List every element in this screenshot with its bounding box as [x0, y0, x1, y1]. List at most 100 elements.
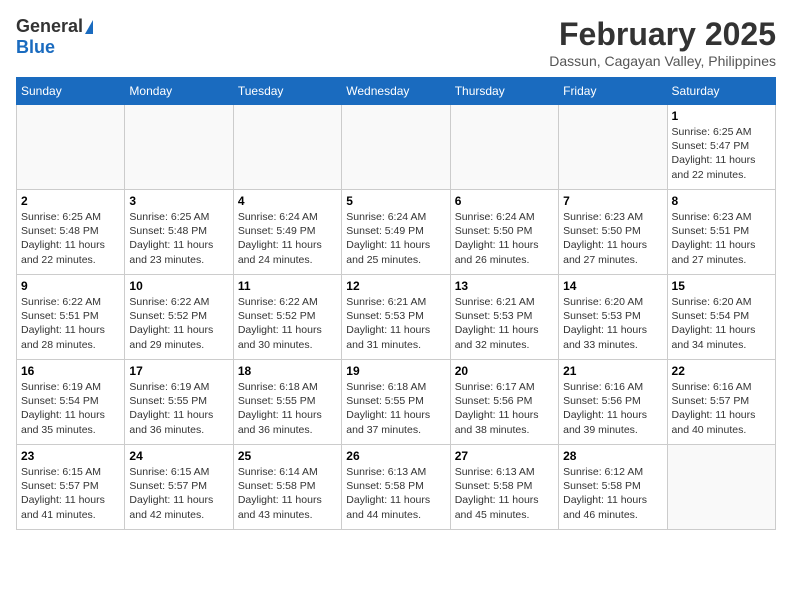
calendar-cell [342, 105, 450, 190]
calendar-week-3: 9 Sunrise: 6:22 AM Sunset: 5:51 PM Daylig… [17, 275, 776, 360]
weekday-header-sunday: Sunday [17, 78, 125, 105]
day-info: Sunrise: 6:25 AM Sunset: 5:47 PM Dayligh… [672, 125, 771, 182]
day-info: Sunrise: 6:24 AM Sunset: 5:49 PM Dayligh… [238, 210, 337, 267]
calendar-cell: 22 Sunrise: 6:16 AM Sunset: 5:57 PM Dayli… [667, 360, 775, 445]
day-number: 12 [346, 279, 445, 293]
weekday-header-tuesday: Tuesday [233, 78, 341, 105]
weekday-header-wednesday: Wednesday [342, 78, 450, 105]
day-number: 8 [672, 194, 771, 208]
calendar-cell: 26Sunrise: 6:13 AM Sunset: 5:58 PM Dayli… [342, 445, 450, 530]
day-info: Sunrise: 6:17 AM Sunset: 5:56 PM Dayligh… [455, 380, 554, 437]
day-info: Sunrise: 6:15 AM Sunset: 5:57 PM Dayligh… [21, 465, 120, 522]
day-number: 27 [455, 449, 554, 463]
day-info: Sunrise: 6:23 AM Sunset: 5:50 PM Dayligh… [563, 210, 662, 267]
calendar-cell: 6 Sunrise: 6:24 AM Sunset: 5:50 PM Daylig… [450, 190, 558, 275]
calendar-cell: 14 Sunrise: 6:20 AM Sunset: 5:53 PM Dayli… [559, 275, 667, 360]
day-info: Sunrise: 6:24 AM Sunset: 5:50 PM Dayligh… [455, 210, 554, 267]
calendar-cell: 11 Sunrise: 6:22 AM Sunset: 5:52 PM Dayli… [233, 275, 341, 360]
day-number: 11 [238, 279, 337, 293]
calendar-cell: 20 Sunrise: 6:17 AM Sunset: 5:56 PM Dayli… [450, 360, 558, 445]
header: General Blue February 2025 Dassun, Cagay… [16, 16, 776, 69]
day-number: 14 [563, 279, 662, 293]
day-info: Sunrise: 6:22 AM Sunset: 5:52 PM Dayligh… [238, 295, 337, 352]
calendar-cell: 23Sunrise: 6:15 AM Sunset: 5:57 PM Dayli… [17, 445, 125, 530]
month-year-title: February 2025 [549, 16, 776, 53]
day-info: Sunrise: 6:20 AM Sunset: 5:54 PM Dayligh… [672, 295, 771, 352]
day-info: Sunrise: 6:16 AM Sunset: 5:57 PM Dayligh… [672, 380, 771, 437]
weekday-header-friday: Friday [559, 78, 667, 105]
day-info: Sunrise: 6:22 AM Sunset: 5:52 PM Dayligh… [129, 295, 228, 352]
calendar-cell: 25Sunrise: 6:14 AM Sunset: 5:58 PM Dayli… [233, 445, 341, 530]
calendar-cell [559, 105, 667, 190]
day-number: 5 [346, 194, 445, 208]
day-info: Sunrise: 6:25 AM Sunset: 5:48 PM Dayligh… [21, 210, 120, 267]
calendar-week-4: 16Sunrise: 6:19 AM Sunset: 5:54 PM Dayli… [17, 360, 776, 445]
calendar-cell: 2 Sunrise: 6:25 AM Sunset: 5:48 PM Daylig… [17, 190, 125, 275]
calendar-header: SundayMondayTuesdayWednesdayThursdayFrid… [17, 78, 776, 105]
day-number: 20 [455, 364, 554, 378]
day-info: Sunrise: 6:25 AM Sunset: 5:48 PM Dayligh… [129, 210, 228, 267]
day-number: 15 [672, 279, 771, 293]
day-info: Sunrise: 6:15 AM Sunset: 5:57 PM Dayligh… [129, 465, 228, 522]
calendar-week-5: 23Sunrise: 6:15 AM Sunset: 5:57 PM Dayli… [17, 445, 776, 530]
calendar-cell: 16Sunrise: 6:19 AM Sunset: 5:54 PM Dayli… [17, 360, 125, 445]
calendar-cell [233, 105, 341, 190]
day-info: Sunrise: 6:18 AM Sunset: 5:55 PM Dayligh… [346, 380, 445, 437]
weekday-header-saturday: Saturday [667, 78, 775, 105]
logo-blue-text: Blue [16, 37, 55, 58]
day-number: 4 [238, 194, 337, 208]
calendar-cell: 12 Sunrise: 6:21 AM Sunset: 5:53 PM Dayli… [342, 275, 450, 360]
calendar-cell: 9 Sunrise: 6:22 AM Sunset: 5:51 PM Daylig… [17, 275, 125, 360]
weekday-header-thursday: Thursday [450, 78, 558, 105]
calendar-cell: 7Sunrise: 6:23 AM Sunset: 5:50 PM Daylig… [559, 190, 667, 275]
day-number: 16 [21, 364, 120, 378]
logo-general-text: General [16, 16, 83, 37]
day-info: Sunrise: 6:18 AM Sunset: 5:55 PM Dayligh… [238, 380, 337, 437]
calendar-cell: 15 Sunrise: 6:20 AM Sunset: 5:54 PM Dayli… [667, 275, 775, 360]
calendar-cell: 24 Sunrise: 6:15 AM Sunset: 5:57 PM Dayli… [125, 445, 233, 530]
day-info: Sunrise: 6:21 AM Sunset: 5:53 PM Dayligh… [346, 295, 445, 352]
title-area: February 2025 Dassun, Cagayan Valley, Ph… [549, 16, 776, 69]
location-subtitle: Dassun, Cagayan Valley, Philippines [549, 53, 776, 69]
calendar-cell: 19 Sunrise: 6:18 AM Sunset: 5:55 PM Dayli… [342, 360, 450, 445]
day-number: 9 [21, 279, 120, 293]
calendar-cell [450, 105, 558, 190]
weekday-header-monday: Monday [125, 78, 233, 105]
calendar-cell: 17Sunrise: 6:19 AM Sunset: 5:55 PM Dayli… [125, 360, 233, 445]
day-number: 6 [455, 194, 554, 208]
calendar-cell: 10 Sunrise: 6:22 AM Sunset: 5:52 PM Dayli… [125, 275, 233, 360]
day-number: 2 [21, 194, 120, 208]
day-info: Sunrise: 6:22 AM Sunset: 5:51 PM Dayligh… [21, 295, 120, 352]
calendar-cell [17, 105, 125, 190]
day-number: 10 [129, 279, 228, 293]
calendar-cell: 8 Sunrise: 6:23 AM Sunset: 5:51 PM Daylig… [667, 190, 775, 275]
day-info: Sunrise: 6:13 AM Sunset: 5:58 PM Dayligh… [455, 465, 554, 522]
day-number: 13 [455, 279, 554, 293]
calendar-week-2: 2 Sunrise: 6:25 AM Sunset: 5:48 PM Daylig… [17, 190, 776, 275]
calendar-week-1: 1 Sunrise: 6:25 AM Sunset: 5:47 PM Daylig… [17, 105, 776, 190]
day-number: 24 [129, 449, 228, 463]
day-number: 21 [563, 364, 662, 378]
calendar-cell: 18 Sunrise: 6:18 AM Sunset: 5:55 PM Dayli… [233, 360, 341, 445]
day-number: 3 [129, 194, 228, 208]
calendar-cell: 4 Sunrise: 6:24 AM Sunset: 5:49 PM Daylig… [233, 190, 341, 275]
calendar-cell: 1 Sunrise: 6:25 AM Sunset: 5:47 PM Daylig… [667, 105, 775, 190]
calendar-table: SundayMondayTuesdayWednesdayThursdayFrid… [16, 77, 776, 530]
calendar-cell: 13Sunrise: 6:21 AM Sunset: 5:53 PM Dayli… [450, 275, 558, 360]
day-number: 28 [563, 449, 662, 463]
calendar-cell: 21Sunrise: 6:16 AM Sunset: 5:56 PM Dayli… [559, 360, 667, 445]
day-info: Sunrise: 6:12 AM Sunset: 5:58 PM Dayligh… [563, 465, 662, 522]
day-number: 18 [238, 364, 337, 378]
day-info: Sunrise: 6:19 AM Sunset: 5:55 PM Dayligh… [129, 380, 228, 437]
calendar-cell: 3 Sunrise: 6:25 AM Sunset: 5:48 PM Daylig… [125, 190, 233, 275]
calendar-cell: 27 Sunrise: 6:13 AM Sunset: 5:58 PM Dayli… [450, 445, 558, 530]
calendar-cell [667, 445, 775, 530]
day-number: 1 [672, 109, 771, 123]
day-number: 22 [672, 364, 771, 378]
day-info: Sunrise: 6:23 AM Sunset: 5:51 PM Dayligh… [672, 210, 771, 267]
day-number: 25 [238, 449, 337, 463]
day-number: 19 [346, 364, 445, 378]
day-info: Sunrise: 6:20 AM Sunset: 5:53 PM Dayligh… [563, 295, 662, 352]
logo-triangle-icon [85, 20, 93, 34]
calendar-cell: 28 Sunrise: 6:12 AM Sunset: 5:58 PM Dayli… [559, 445, 667, 530]
